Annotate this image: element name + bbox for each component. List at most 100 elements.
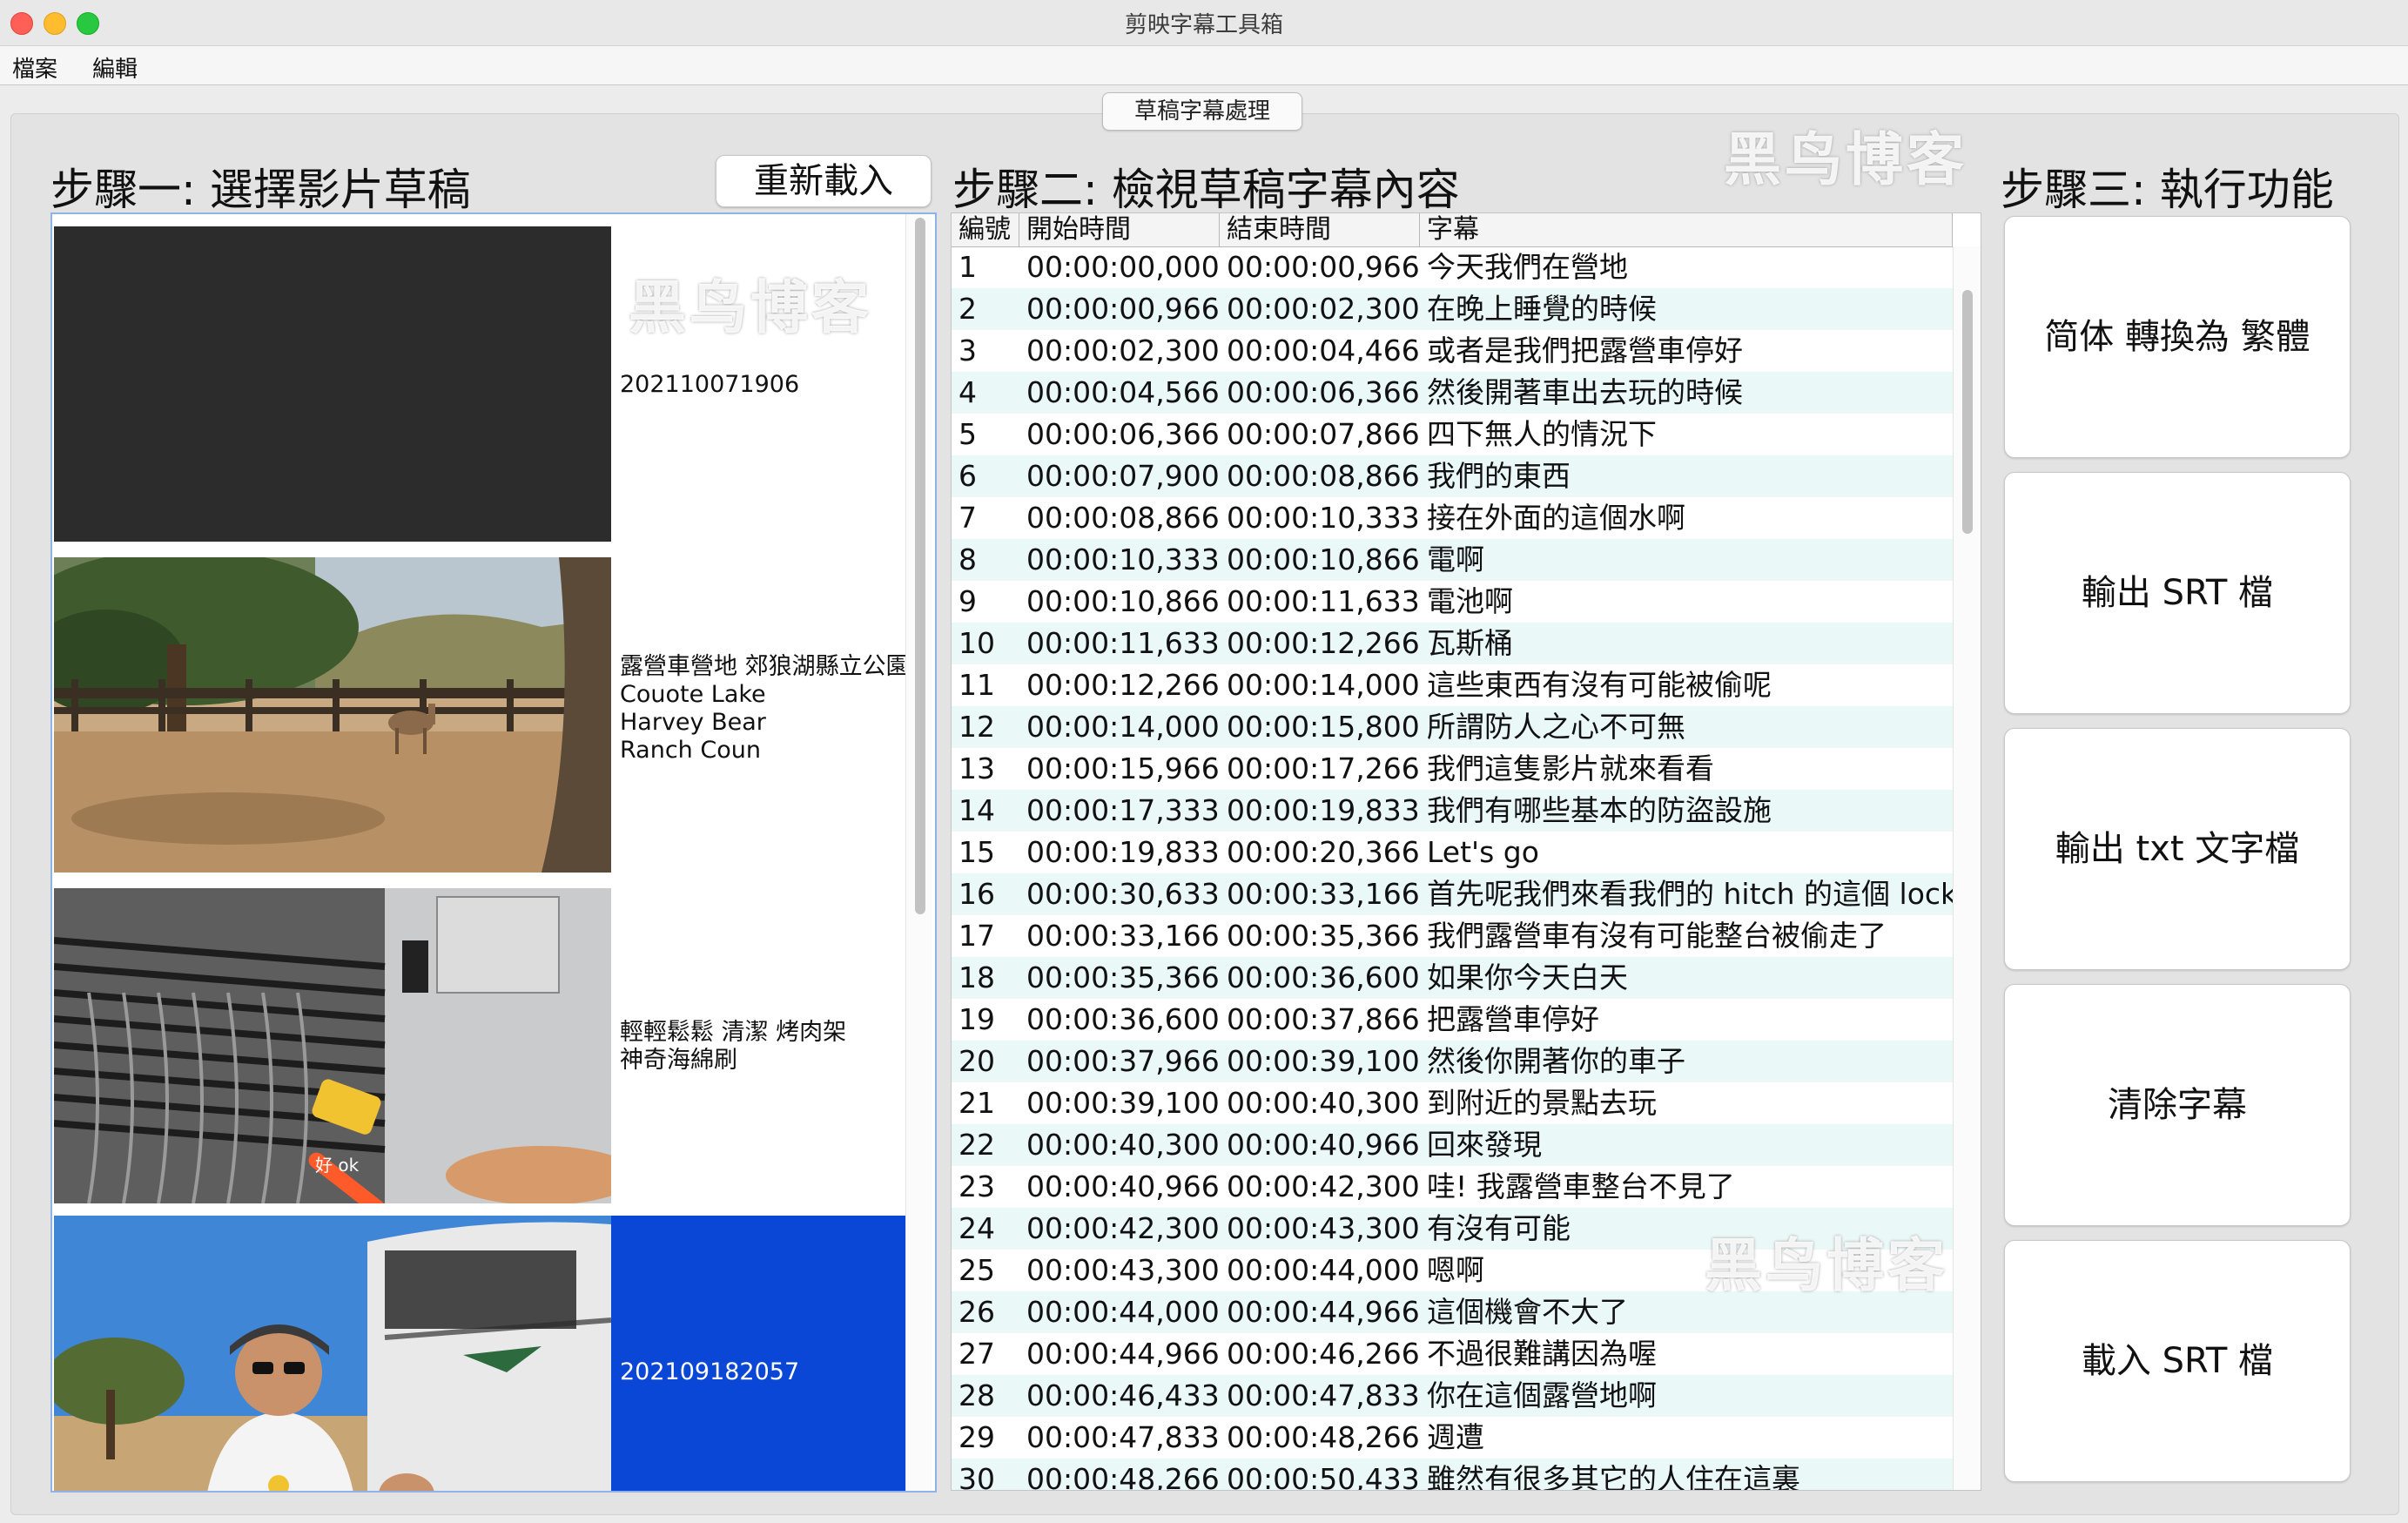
cell-start-time: 00:00:35,366 — [1026, 960, 1220, 994]
cell-subtitle: 這些東西有沒有可能被偷呢 — [1427, 668, 1772, 702]
clear-subtitles-button[interactable]: 清除字幕 — [2004, 984, 2351, 1226]
cell-subtitle: 我們露營車有沒有可能整台被偷走了 — [1427, 919, 1887, 953]
video-draft-title-line: Ranch Coun — [620, 737, 761, 764]
column-header-id[interactable]: 編號 — [952, 213, 1019, 246]
table-row[interactable]: 23 00:00:40,966 00:00:42,300 哇! 我露營車整台不見了 — [952, 1166, 1953, 1208]
video-draft-item[interactable]: 黑鸟博客 202110071906 — [54, 226, 907, 542]
cell-subtitle: 今天我們在營地 — [1427, 250, 1628, 284]
table-row[interactable]: 3 00:00:02,300 00:00:04,466 或者是我們把露營車停好 — [952, 330, 1953, 372]
cell-end-time: 00:00:12,266 — [1227, 626, 1420, 660]
cell-subtitle: 這個機會不大了 — [1427, 1295, 1628, 1329]
watermark: 黑鸟博客 — [629, 274, 872, 341]
table-row[interactable]: 18 00:00:35,366 00:00:36,600 如果你今天白天 — [952, 957, 1953, 999]
video-draft-title-line: 202109182057 — [620, 1358, 800, 1385]
table-row[interactable]: 16 00:00:30,633 00:00:33,166 首先呢我們來看我們的 hit… — [952, 873, 1957, 915]
convert-simplified-to-traditional-button[interactable]: 简体 轉換為 繁體 — [2004, 216, 2351, 458]
video-draft-item[interactable]: 露營車營地 郊狼湖縣立公園 Couote Lake Harvey Bear Ranch… — [54, 557, 910, 873]
column-header-subtitle[interactable]: 字幕 — [1420, 213, 1953, 246]
subtitle-table-scrollbar[interactable] — [1953, 246, 1981, 1490]
cell-start-time: 00:00:14,000 — [1026, 710, 1220, 744]
cell-subtitle: 接在外面的這個水啊 — [1427, 501, 1685, 535]
table-row[interactable]: 2 00:00:00,966 00:00:02,300 在晚上睡覺的時候 — [952, 288, 1953, 330]
menu-edit[interactable]: 編輯 — [92, 51, 138, 84]
cell-start-time: 00:00:37,966 — [1026, 1044, 1220, 1078]
video-thumbnail — [54, 1216, 611, 1491]
cell-id: 22 — [958, 1128, 995, 1162]
table-row[interactable]: 8 00:00:10,333 00:00:10,866 電啊 — [952, 539, 1953, 581]
column-header-start[interactable]: 開始時間 — [1019, 213, 1220, 246]
cell-id: 5 — [958, 417, 977, 451]
cell-start-time: 00:00:33,166 — [1026, 919, 1220, 953]
table-row[interactable]: 15 00:00:19,833 00:00:20,366 Let's go — [952, 832, 1953, 873]
column-header-end[interactable]: 結束時間 — [1220, 213, 1420, 246]
table-row[interactable]: 30 00:00:48,266 00:00:50,433 雖然有很多其它的人住在這裏 — [952, 1459, 1953, 1491]
table-row[interactable]: 11 00:00:12,266 00:00:14,000 這些東西有沒有可能被偷呢 — [952, 664, 1953, 706]
table-row[interactable]: 28 00:00:46,433 00:00:47,833 你在這個露營地啊 — [952, 1375, 1953, 1417]
video-draft-item[interactable]: 好 ok 輕輕鬆鬆 清潔 烤肉架 神奇海綿刷 — [54, 888, 907, 1203]
table-row[interactable]: 29 00:00:47,833 00:00:48,266 週遭 — [952, 1417, 1953, 1459]
subtitle-table-scrollbar-thumb[interactable] — [1962, 290, 1973, 534]
load-srt-button[interactable]: 載入 SRT 檔 — [2004, 1240, 2351, 1482]
cell-id: 6 — [958, 459, 977, 493]
cell-subtitle: 在晚上睡覺的時候 — [1427, 292, 1657, 326]
cell-subtitle: 不過很難講因為喔 — [1427, 1337, 1657, 1371]
cell-end-time: 00:00:42,300 — [1227, 1169, 1420, 1203]
cell-start-time: 00:00:00,000 — [1026, 250, 1220, 284]
watermark: 黑鸟博客 — [1705, 1232, 1948, 1299]
cell-id: 2 — [958, 292, 977, 326]
table-row[interactable]: 22 00:00:40,300 00:00:40,966 回來發現 — [952, 1124, 1953, 1166]
table-row[interactable]: 17 00:00:33,166 00:00:35,366 我們露營車有沒有可能整台被偷… — [952, 915, 1953, 957]
export-txt-button[interactable]: 輸出 txt 文字檔 — [2004, 728, 2351, 970]
video-list-scrollbar-thumb[interactable] — [915, 218, 925, 914]
table-row[interactable]: 1 00:00:00,000 00:00:00,966 今天我們在營地 — [952, 246, 1953, 288]
table-row[interactable]: 10 00:00:11,633 00:00:12,266 瓦斯桶 — [952, 623, 1953, 664]
video-draft-item-selected[interactable]: 202109182057 — [54, 1216, 907, 1491]
table-row[interactable]: 19 00:00:36,600 00:00:37,866 把露營車停好 — [952, 999, 1953, 1041]
cell-end-time: 00:00:08,866 — [1227, 459, 1420, 493]
cell-id: 20 — [958, 1044, 995, 1078]
cell-subtitle: 然後開著車出去玩的時候 — [1427, 375, 1743, 409]
cell-id: 30 — [958, 1462, 995, 1491]
cell-id: 29 — [958, 1420, 995, 1454]
cell-id: 7 — [958, 501, 977, 535]
cell-subtitle: 雖然有很多其它的人住在這裏 — [1427, 1462, 1800, 1491]
table-row[interactable]: 5 00:00:06,366 00:00:07,866 四下無人的情況下 — [952, 414, 1953, 455]
cell-subtitle: 你在這個露營地啊 — [1427, 1378, 1657, 1412]
table-row[interactable]: 12 00:00:14,000 00:00:15,800 所謂防人之心不可無 — [952, 706, 1953, 748]
cell-id: 1 — [958, 250, 977, 284]
table-row[interactable]: 9 00:00:10,866 00:00:11,633 電池啊 — [952, 581, 1953, 623]
cell-subtitle: 所謂防人之心不可無 — [1427, 710, 1685, 744]
menu-file[interactable]: 檔案 — [12, 51, 57, 84]
cell-start-time: 00:00:44,000 — [1026, 1295, 1220, 1329]
cell-id: 21 — [958, 1086, 995, 1120]
table-row[interactable]: 6 00:00:07,900 00:00:08,866 我們的東西 — [952, 455, 1953, 497]
cell-end-time: 00:00:46,266 — [1227, 1337, 1420, 1371]
window-title: 剪映字幕工具箱 — [1124, 12, 1283, 38]
video-draft-list[interactable]: 黑鸟博客 202110071906 露營車營地 郊狼湖縣立公園 Couote L… — [50, 212, 937, 1493]
cell-end-time: 00:00:39,100 — [1227, 1044, 1420, 1078]
cell-start-time: 00:00:06,366 — [1026, 417, 1220, 451]
table-row[interactable]: 14 00:00:17,333 00:00:19,833 我們有哪些基本的防盜設施 — [952, 790, 1953, 832]
cell-subtitle: 哇! 我露營車整台不見了 — [1427, 1169, 1735, 1203]
cell-id: 13 — [958, 751, 995, 785]
cell-subtitle: 四下無人的情況下 — [1427, 417, 1657, 451]
table-row[interactable]: 27 00:00:44,966 00:00:46,266 不過很難講因為喔 — [952, 1333, 1953, 1375]
cell-subtitle: 有沒有可能 — [1427, 1211, 1571, 1245]
cell-start-time: 00:00:40,966 — [1026, 1169, 1220, 1203]
tab-draft-subtitles[interactable]: 草稿字幕處理 — [1102, 92, 1302, 131]
cell-end-time: 00:00:40,966 — [1227, 1128, 1420, 1162]
watermark: 黑鸟博客 — [1724, 126, 1967, 193]
window-titlebar: 剪映字幕工具箱 — [0, 0, 2408, 46]
reload-button[interactable]: 重新載入 — [716, 155, 932, 207]
video-draft-title: 輕輕鬆鬆 清潔 烤肉架 神奇海綿刷 — [620, 1019, 846, 1075]
table-row[interactable]: 4 00:00:04,566 00:00:06,366 然後開著車出去玩的時候 — [952, 372, 1953, 414]
export-srt-button[interactable]: 輸出 SRT 檔 — [2004, 472, 2351, 714]
table-row[interactable]: 13 00:00:15,966 00:00:17,266 我們這隻影片就來看看 — [952, 748, 1953, 790]
cell-id: 8 — [958, 542, 977, 576]
cell-end-time: 00:00:20,366 — [1227, 835, 1420, 869]
table-row[interactable]: 20 00:00:37,966 00:00:39,100 然後你開著你的車子 — [952, 1041, 1953, 1082]
video-draft-title-line: Couote Lake — [620, 681, 766, 708]
table-row[interactable]: 7 00:00:08,866 00:00:10,333 接在外面的這個水啊 — [952, 497, 1953, 539]
video-list-scrollbar[interactable] — [905, 214, 932, 1491]
table-row[interactable]: 21 00:00:39,100 00:00:40,300 到附近的景點去玩 — [952, 1082, 1953, 1124]
